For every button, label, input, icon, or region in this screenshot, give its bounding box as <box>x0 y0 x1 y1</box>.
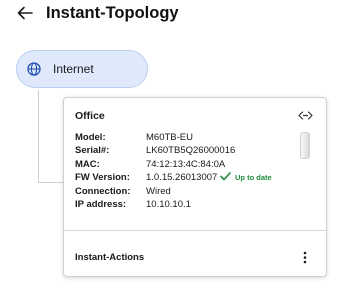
kebab-menu-icon[interactable] <box>302 251 308 264</box>
topology-connector <box>38 90 39 183</box>
detail-value: 74:12:13:4C:84:0A <box>146 158 226 170</box>
page-title: Instant-Topology <box>46 4 179 22</box>
detail-label: MAC: <box>75 158 100 170</box>
expand-arrows-icon[interactable] <box>298 110 313 121</box>
detail-label: Serial#: <box>75 145 110 157</box>
device-card[interactable]: Office Model: M60TB-EU Serial#: LK60TB5Q… <box>63 97 327 277</box>
header: Instant-Topology <box>0 0 346 30</box>
detail-value: Wired <box>146 185 171 197</box>
internet-label: Internet <box>53 62 94 76</box>
instant-actions-label: Instant-Actions <box>75 252 145 263</box>
firmware-status: Up to date <box>220 171 272 184</box>
detail-label: IP address: <box>75 198 127 210</box>
detail-value: 10.10.10.1 <box>146 198 191 210</box>
detail-value: M60TB-EU <box>146 132 193 143</box>
detail-label: Connection: <box>75 185 131 197</box>
globe-icon <box>27 62 41 76</box>
detail-label: Model: <box>75 132 106 143</box>
detail-value: LK60TB5Q26000016 <box>146 145 236 157</box>
arrow-left-icon[interactable] <box>16 4 34 22</box>
check-icon <box>220 172 231 181</box>
instant-actions-row[interactable]: Instant-Actions <box>64 231 326 276</box>
internet-node[interactable]: Internet <box>16 50 148 88</box>
firmware-status-text: Up to date <box>235 173 272 183</box>
detail-label: FW Version: <box>75 172 130 184</box>
topology-connector <box>38 182 64 183</box>
device-name: Office <box>75 110 105 122</box>
device-image <box>300 132 310 159</box>
detail-value: 1.0.15.26013007 <box>146 172 218 184</box>
